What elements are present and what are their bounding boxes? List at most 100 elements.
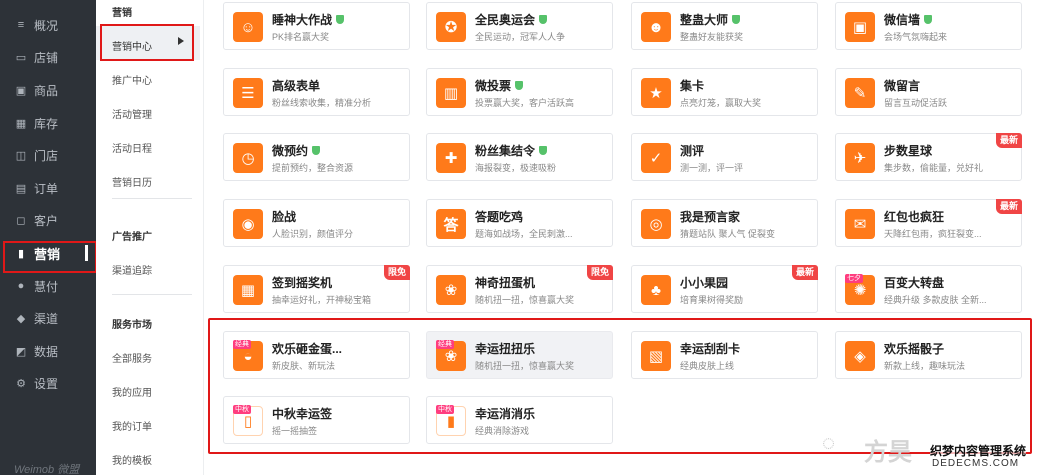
app-title: 微留言 bbox=[884, 77, 920, 94]
app-title-text: 微投票 bbox=[475, 79, 512, 93]
app-icon: ✎ bbox=[845, 78, 875, 108]
verified-shield-icon bbox=[336, 15, 345, 24]
app-description: 人脸识别，颜值评分 bbox=[272, 229, 354, 239]
nav-item[interactable]: ≡ 概况 bbox=[0, 9, 96, 42]
app-icon: ▥ bbox=[436, 78, 466, 108]
brand-logo: Weimob 微盟 bbox=[14, 464, 80, 475]
nav-item[interactable]: ◻ 客户 bbox=[0, 205, 96, 238]
sub-nav-item-my-templates[interactable]: 我的模板 bbox=[112, 452, 152, 467]
sub-nav-section-service-market: 服务市场 bbox=[112, 320, 152, 331]
verified-shield-icon bbox=[515, 81, 524, 90]
marketing-app-card[interactable]: ★ 集卡 点亮灯笼，赢取大奖 bbox=[631, 68, 818, 116]
marketing-app-card[interactable]: ◎ 我是预言家猜题站队 聚人气 促裂变 bbox=[631, 199, 818, 247]
nav-item[interactable]: ● 慧付 bbox=[0, 270, 96, 303]
app-icon: ✚ bbox=[436, 143, 466, 173]
nav-item[interactable]: ◫ 门店 bbox=[0, 139, 96, 172]
sub-nav-item-my-apps[interactable]: 我的应用 bbox=[112, 384, 152, 399]
app-title: 我是预言家 bbox=[680, 208, 740, 225]
app-badge: 最新 bbox=[791, 265, 818, 280]
app-badge: 最新 bbox=[995, 133, 1022, 148]
app-icon: ✉ bbox=[845, 209, 875, 239]
sub-nav-item-channel-tracking[interactable]: 渠道追踪 bbox=[112, 262, 152, 277]
nav-item[interactable]: ▣ 商品 bbox=[0, 74, 96, 107]
marketing-app-card[interactable]: ▣ 微信墙 会场气氛嗨起来 bbox=[835, 2, 1022, 50]
app-title-text: 集卡 bbox=[680, 79, 705, 93]
marketing-app-card[interactable]: ✎ 微留言 留言互动促活跃 bbox=[835, 68, 1022, 116]
app-title: 微信墙 bbox=[884, 11, 933, 28]
app-title: 百变大转盘 bbox=[884, 274, 944, 291]
nav-item-label: 慧付 bbox=[34, 279, 59, 294]
app-title: 神奇扭蛋机 bbox=[475, 274, 535, 291]
sub-nav-item-activity-schedule[interactable]: 活动日程 bbox=[112, 140, 152, 155]
marketing-app-card[interactable]: ◷ 微预约 提前预约，整合资源 bbox=[223, 133, 410, 181]
nav-item[interactable]: ⚙ 设置 bbox=[0, 368, 96, 401]
app-icon: ◉ bbox=[233, 209, 263, 239]
nav-item[interactable]: ▦ 库存 bbox=[0, 107, 96, 140]
app-description: 随机扭一扭，惊喜赢大奖 bbox=[475, 295, 575, 305]
app-description: 粉丝线索收集，精准分析 bbox=[272, 98, 372, 108]
marketing-app-card[interactable]: 答答题吃鸡 题海如战场，全民刺激... bbox=[426, 199, 613, 247]
app-description: PK排名赢大奖 bbox=[272, 32, 330, 42]
sub-nav-item-activity-manage[interactable]: 活动管理 bbox=[112, 106, 152, 121]
sub-nav-item-my-orders[interactable]: 我的订单 bbox=[112, 418, 152, 433]
nav-item-label: 数据 bbox=[34, 344, 59, 359]
watermark-brand: 方昊 bbox=[864, 439, 912, 466]
marketing-app-card[interactable]: ✈ 步数星球 集步数，偷能量，兑好礼 最新 bbox=[835, 133, 1022, 181]
marketing-app-card[interactable]: ✓ 测评 测一测，评一评 bbox=[631, 133, 818, 181]
app-icon: ✈ bbox=[845, 143, 875, 173]
marketing-app-card[interactable]: ☻ 整蛊大师整蛊好友能获奖 bbox=[631, 2, 818, 50]
marketing-app-card[interactable]: ♣ 小小果园 培育果树得奖励 最新 bbox=[631, 265, 818, 313]
app-title-text: 红包也疯狂 bbox=[884, 210, 945, 224]
nav-item-label: 概况 bbox=[34, 18, 59, 33]
app-title-text: 粉丝集结令 bbox=[475, 144, 536, 158]
app-icon: ◎ bbox=[641, 209, 671, 239]
app-title-text: 测评 bbox=[680, 144, 705, 158]
app-title-text: 脸战 bbox=[272, 210, 297, 224]
marketing-app-card[interactable]: ✚ 粉丝集结令海报裂变，极速吸粉 bbox=[426, 133, 613, 181]
app-title: 红包也疯狂 bbox=[884, 208, 944, 225]
app-title: 整蛊大师 bbox=[680, 11, 741, 28]
sub-nav-item-marketing-calendar[interactable]: 营销日历 bbox=[112, 174, 152, 189]
marketing-app-card[interactable]: ✺ 七夕 百变大转盘 经典升级 多款皮肤 全新... bbox=[835, 265, 1022, 313]
marketing-app-card[interactable]: ☰ 高级表单 粉丝线索收集，精准分析 bbox=[223, 68, 410, 116]
nav-item[interactable]: ◩ 数据 bbox=[0, 335, 96, 368]
app-description: 整蛊好友能获奖 bbox=[680, 32, 744, 42]
app-description: 天降红包雨，疯狂裂变... bbox=[884, 229, 982, 239]
marketing-app-card[interactable]: ✪ 全民奥运会 全民运动，冠军人人争 bbox=[426, 2, 613, 50]
app-badge: 限免 bbox=[383, 265, 410, 280]
app-icon: ❀ bbox=[436, 275, 466, 305]
marketing-app-card[interactable]: ◉ 脸战人脸识别，颜值评分 bbox=[223, 199, 410, 247]
marketing-app-card[interactable]: ▥ 微投票 投票赢大奖，客户活跃高 bbox=[426, 68, 613, 116]
app-icon: ▦ bbox=[233, 275, 263, 305]
nav-item[interactable]: ▤ 订单 bbox=[0, 172, 96, 205]
app-title: 粉丝集结令 bbox=[475, 142, 548, 159]
verified-shield-icon bbox=[539, 15, 548, 24]
nav-item-label: 渠道 bbox=[34, 312, 59, 327]
app-title-text: 微信墙 bbox=[884, 13, 921, 27]
app-title-text: 签到摇奖机 bbox=[272, 276, 333, 290]
marketing-app-card[interactable]: ❀ 神奇扭蛋机 随机扭一扭，惊喜赢大奖 限免 bbox=[426, 265, 613, 313]
app-title: 全民奥运会 bbox=[475, 11, 548, 28]
marketing-app-card[interactable]: ☺ 睡神大作战 PK排名赢大奖 bbox=[223, 2, 410, 50]
nav-item[interactable]: ▭ 店铺 bbox=[0, 42, 96, 75]
marketing-app-card[interactable]: ✉ 红包也疯狂 天降红包雨，疯狂裂变... 最新 bbox=[835, 199, 1022, 247]
app-description: 海报裂变，极速吸粉 bbox=[475, 163, 557, 173]
sub-nav-item-promotion-center[interactable]: 推广中心 bbox=[112, 72, 152, 87]
app-title-text: 步数星球 bbox=[884, 144, 933, 158]
app-description: 猜题站队 聚人气 促裂变 bbox=[680, 229, 776, 239]
verified-shield-icon bbox=[312, 146, 321, 155]
app-description: 培育果树得奖励 bbox=[680, 295, 744, 305]
app-title: 步数星球 bbox=[884, 142, 932, 159]
app-title-text: 我是预言家 bbox=[680, 210, 741, 224]
app-icon: ☻ bbox=[641, 12, 671, 42]
nav-item[interactable]: ◆ 渠道 bbox=[0, 302, 96, 335]
nav-item-label: 客户 bbox=[34, 214, 59, 229]
app-title: 小小果园 bbox=[680, 274, 728, 291]
app-title-text: 全民奥运会 bbox=[475, 13, 536, 27]
sub-nav-highlight-frame bbox=[100, 24, 194, 61]
marketing-app-card[interactable]: ▦ 签到摇奖机 抽幸运好礼，开神秘宝箱 限免 bbox=[223, 265, 410, 313]
app-title: 签到摇奖机 bbox=[272, 274, 332, 291]
sub-nav-item-all-services[interactable]: 全部服务 bbox=[112, 350, 152, 365]
app-description: 提前预约，整合资源 bbox=[272, 163, 354, 173]
settings-icon: ⚙ bbox=[16, 378, 26, 391]
